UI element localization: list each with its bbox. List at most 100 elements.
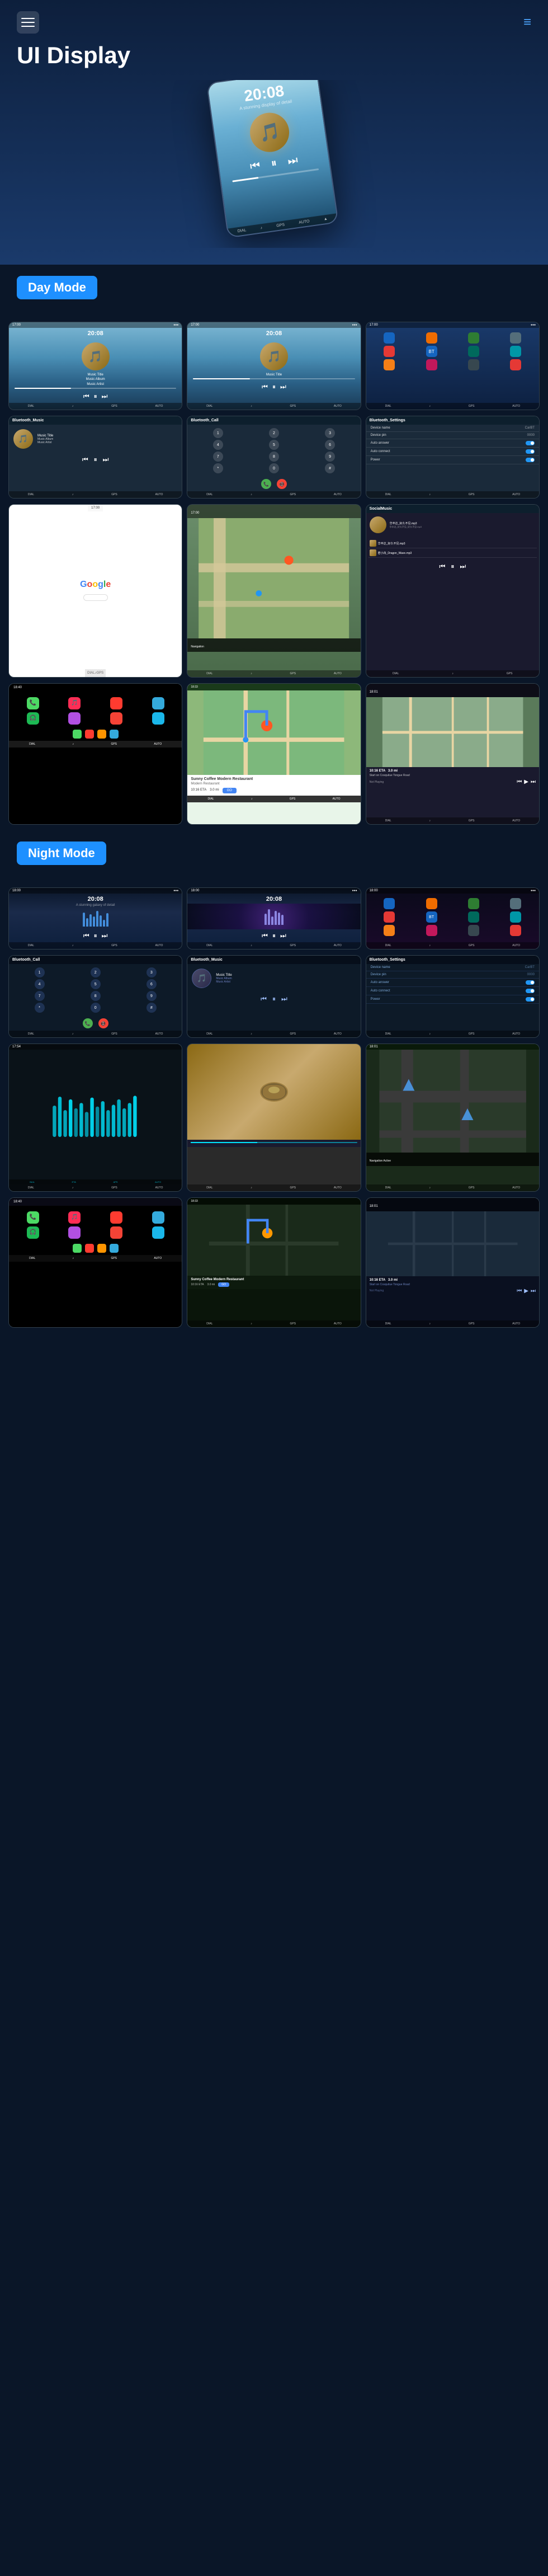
night-bt-prev[interactable]: ⏮ (261, 995, 267, 1003)
n-num-8[interactable]: 8 (91, 991, 101, 1001)
night-app-bt[interactable]: BT (426, 911, 437, 923)
local-controls[interactable]: ⏮ ⏸ ⏭ (369, 562, 537, 571)
ncp-phone[interactable]: 📞 (27, 1211, 39, 1224)
bt-next[interactable]: ⏭ (103, 455, 109, 464)
cp-music-app[interactable]: 🎵 (68, 697, 81, 709)
num-1[interactable]: 1 (213, 428, 223, 438)
night-app-camera[interactable] (468, 925, 479, 936)
ncp-podcasts[interactable] (68, 1226, 81, 1239)
auto-answer-toggle[interactable] (526, 441, 535, 445)
n-num-6[interactable]: 6 (147, 979, 157, 989)
app-phone[interactable] (468, 332, 479, 344)
screen-waze[interactable]: 18:33 Sunny Coffee Modern Restaurant (187, 683, 361, 825)
night-controls-2[interactable]: ⏮ ⏸ ⏭ (187, 932, 360, 940)
night-connect-toggle[interactable] (526, 989, 535, 993)
screen-not-playing-night[interactable]: 18:01 10:16 ETA 3.0 mi Start on Cosquilu… (366, 1197, 540, 1328)
go-button[interactable]: GO (223, 788, 237, 793)
screen-local-music[interactable]: SocialMusic 华丰达_好久不见.mp3 华丰达_好久不见_好久不见.m… (366, 504, 540, 677)
app-settings[interactable] (510, 332, 521, 344)
night-app-phone[interactable] (468, 898, 479, 909)
night-answer-toggle[interactable] (526, 980, 535, 985)
cp-dock-2[interactable] (85, 730, 94, 739)
next-btn[interactable]: ⏭ (287, 154, 299, 168)
auto-connect-toggle[interactable] (526, 449, 535, 454)
num-6[interactable]: 6 (325, 440, 335, 450)
np-controls[interactable]: ⏮ ▶ ⏭ (517, 779, 536, 785)
night-bt-next[interactable]: ⏭ (281, 995, 287, 1003)
app-bt[interactable]: BT (426, 346, 437, 357)
cp-news-app[interactable] (110, 712, 122, 725)
track-2[interactable]: 若小舟_Dragon_Wave.mp3 (369, 548, 537, 558)
cp-dock-4[interactable] (110, 730, 119, 739)
night-app-youtube[interactable] (510, 925, 521, 936)
power-toggle[interactable] (526, 458, 535, 462)
bt-music-controls[interactable]: ⏮ ⏸ ⏭ (9, 455, 182, 464)
call-btn[interactable]: 📞 (261, 479, 271, 489)
screen-music-day-2[interactable]: 17:00 ●●● 20:08 🎵 Music Title ⏮ ⏸ ⏭ (187, 322, 361, 410)
screen-carplay[interactable]: 18:40 📞 🎵 🎧 (8, 683, 182, 825)
ncp-dock-4[interactable] (110, 1244, 119, 1253)
cp-waze-app[interactable] (152, 712, 164, 725)
ncp-blue[interactable] (152, 1211, 164, 1224)
screen-nav-map[interactable]: 17:00 Navigation DIAL ♪ GPS (187, 504, 361, 677)
ncp-news[interactable] (110, 1226, 122, 1239)
screen-bt-settings-night[interactable]: Bluetooth_Settings Device name CarBT Dev… (366, 955, 540, 1038)
local-prev[interactable]: ⏮ (440, 562, 446, 571)
n-call-btn[interactable]: 📞 (83, 1018, 93, 1028)
play-btn[interactable]: ⏸ (270, 157, 277, 170)
prev-btn[interactable]: ⏮ (249, 159, 261, 173)
screen-video[interactable]: DIAL ♪ GPS AUTO (187, 1043, 361, 1192)
screen-music-night-2[interactable]: 18:00 ●●● 20:08 (187, 887, 361, 949)
screen-carplay-night[interactable]: 18:40 📞 🎵 🎧 (8, 1197, 182, 1328)
app-telegram[interactable] (384, 332, 395, 344)
screen-bt-settings[interactable]: Bluetooth_Settings Device name CarBT Dev… (366, 416, 540, 499)
google-search-bar[interactable] (83, 594, 108, 601)
cp-dock-1[interactable] (73, 730, 82, 739)
ncp-waze[interactable] (152, 1226, 164, 1239)
night-app-maps[interactable] (384, 911, 395, 923)
next-2[interactable]: ⏭ (280, 383, 286, 391)
night-call-btns[interactable]: 📞 📵 (9, 1016, 182, 1031)
n-hang-btn[interactable]: 📵 (98, 1018, 108, 1028)
nav-icon[interactable]: ≡ (523, 15, 531, 30)
screen-not-playing[interactable]: 18:01 10:16 ETA 3.0 mi Start on Cosquilu… (366, 683, 540, 825)
screen-eq[interactable]: 17:54 (8, 1043, 182, 1192)
num-3[interactable]: 3 (325, 428, 335, 438)
night-power-toggle[interactable] (526, 997, 535, 1002)
n-num-9[interactable]: 9 (147, 991, 157, 1001)
bt-play[interactable]: ⏸ (94, 455, 97, 464)
n-play-2[interactable]: ⏸ (272, 932, 276, 940)
screen-home-night[interactable]: 18:00 ●●● BT (366, 887, 540, 949)
num-4[interactable]: 4 (213, 440, 223, 450)
n-next-2[interactable]: ⏭ (280, 932, 286, 940)
cp-dock-3[interactable] (97, 730, 106, 739)
num-2[interactable]: 2 (269, 428, 279, 438)
cp-spotify-app[interactable]: 🎧 (27, 712, 39, 725)
night-controls-1[interactable]: ⏮ ⏸ ⏭ (9, 932, 182, 940)
track-1[interactable]: 华丰达_好久不见.mp3 (369, 539, 537, 548)
np-night-controls[interactable]: ⏮ ▶ ⏭ (517, 1288, 536, 1294)
night-app-telegram[interactable] (384, 898, 395, 909)
controls-2[interactable]: ⏮ ⏸ ⏭ (187, 383, 360, 391)
num-5[interactable]: 5 (269, 440, 279, 450)
app-maps[interactable] (384, 346, 395, 357)
app-camera[interactable] (468, 359, 479, 370)
n-num-hash[interactable]: # (147, 1003, 157, 1013)
n-num-2[interactable]: 2 (91, 967, 101, 977)
num-star[interactable]: * (213, 463, 223, 473)
n-next-1[interactable]: ⏭ (102, 932, 108, 940)
n-num-3[interactable]: 3 (147, 967, 157, 977)
n-play-1[interactable]: ⏸ (94, 932, 97, 940)
ncp-spotify[interactable]: 🎧 (27, 1226, 39, 1239)
screen-home-day[interactable]: 17:00 ●●● BT (366, 322, 540, 410)
app-android[interactable] (384, 359, 395, 370)
app-vehicle[interactable] (468, 346, 479, 357)
controls-1[interactable]: ⏮ ⏸ ⏭ (9, 392, 182, 401)
n-prev-1[interactable]: ⏮ (83, 932, 89, 940)
next-1[interactable]: ⏭ (102, 392, 108, 401)
cp-phone-app[interactable]: 📞 (27, 697, 39, 709)
np-night-play[interactable]: ▶ (524, 1288, 528, 1294)
play-1[interactable]: ⏸ (94, 392, 97, 401)
cp-red-app[interactable] (110, 697, 122, 709)
app-music[interactable] (426, 332, 437, 344)
